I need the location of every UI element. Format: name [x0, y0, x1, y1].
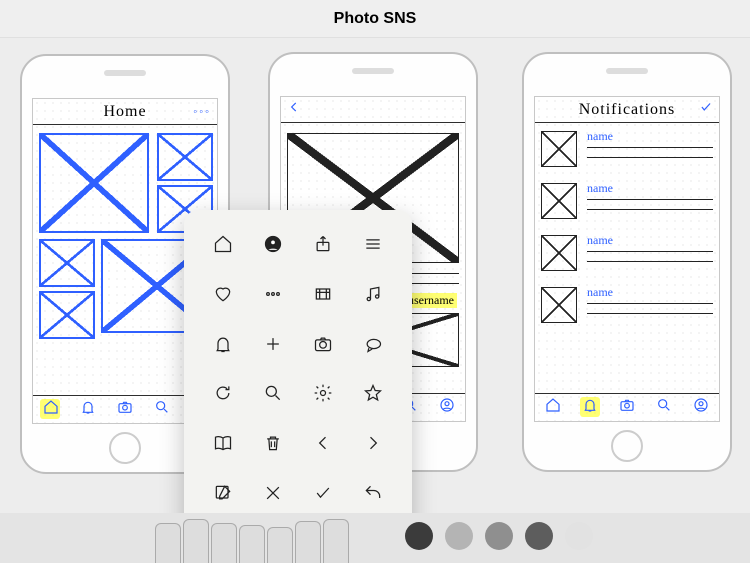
list-item[interactable]: name — [541, 129, 713, 175]
search-icon[interactable] — [154, 399, 170, 420]
tool-pen-fine[interactable] — [155, 523, 181, 563]
share-icon[interactable] — [313, 234, 333, 259]
avatar — [541, 287, 577, 323]
text-line — [587, 313, 713, 314]
text-line — [587, 251, 713, 252]
chevron-left-icon[interactable] — [287, 100, 301, 119]
list-item[interactable]: name — [541, 233, 713, 279]
text-line — [587, 303, 713, 304]
page-title: Photo SNS — [334, 10, 417, 28]
chat-icon[interactable] — [363, 334, 383, 359]
navbar-notifications: Notifications — [535, 97, 719, 123]
text-line — [587, 147, 713, 148]
nav-title: Notifications — [579, 101, 676, 119]
list-item[interactable]: name — [541, 285, 713, 331]
check-icon[interactable] — [313, 483, 333, 508]
search-icon[interactable] — [263, 383, 283, 408]
tool-tray — [155, 519, 349, 563]
color-swatch[interactable] — [565, 522, 593, 550]
color-swatches — [405, 522, 593, 550]
notif-name: name — [587, 129, 613, 144]
home-icon[interactable] — [213, 234, 233, 259]
profile-icon[interactable] — [693, 397, 709, 418]
music-icon[interactable] — [363, 284, 383, 309]
app-bar: Photo SNS — [0, 0, 750, 38]
toolbelt — [0, 513, 750, 563]
gear-icon[interactable] — [313, 383, 333, 408]
image-slot — [39, 239, 95, 287]
compose-icon[interactable] — [213, 483, 233, 508]
image-slot — [39, 133, 149, 233]
ellipsis-icon[interactable]: ◦◦◦ — [193, 106, 211, 118]
tool-marker[interactable] — [239, 525, 265, 563]
phone-notifications[interactable]: Notifications name name name name — [522, 52, 732, 472]
refresh-icon[interactable] — [213, 383, 233, 408]
tool-eraser[interactable] — [267, 527, 293, 563]
workspace[interactable]: Home ◦◦◦ — [0, 38, 750, 513]
camera-icon[interactable] — [117, 399, 133, 420]
phone-notif-screen: Notifications name name name name — [534, 96, 720, 422]
close-icon[interactable] — [263, 483, 283, 508]
book-icon[interactable] — [213, 433, 233, 458]
color-swatch[interactable] — [525, 522, 553, 550]
username-label: username — [405, 293, 457, 308]
color-swatch[interactable] — [405, 522, 433, 550]
search-icon[interactable] — [656, 397, 672, 418]
reply-icon[interactable] — [363, 483, 383, 508]
notif-name: name — [587, 233, 613, 248]
home-icon[interactable] — [43, 399, 59, 420]
star-icon[interactable] — [363, 383, 383, 408]
profile-icon[interactable] — [439, 397, 455, 418]
tabbar-notifications — [535, 393, 719, 421]
icon-palette[interactable] — [184, 210, 412, 546]
camera-icon[interactable] — [313, 334, 333, 359]
image-slot — [157, 133, 213, 181]
list-item[interactable]: name — [541, 181, 713, 227]
bell-icon[interactable] — [80, 399, 96, 420]
color-swatch[interactable] — [485, 522, 513, 550]
trash-icon[interactable] — [263, 433, 283, 458]
avatar — [541, 131, 577, 167]
navbar-detail — [281, 97, 465, 123]
avatar — [541, 235, 577, 271]
notif-name: name — [587, 181, 613, 196]
plus-icon[interactable] — [263, 334, 283, 359]
tool-stamp[interactable] — [295, 521, 321, 563]
menu-icon[interactable] — [363, 234, 383, 259]
camera-icon[interactable] — [619, 397, 635, 418]
text-line — [587, 261, 713, 262]
bell-icon[interactable] — [213, 334, 233, 359]
ellipsis-icon[interactable] — [263, 284, 283, 309]
home-icon[interactable] — [545, 397, 561, 418]
text-line — [587, 157, 713, 158]
tool-ruler[interactable] — [323, 519, 349, 563]
text-line — [587, 209, 713, 210]
notif-name: name — [587, 285, 613, 300]
image-slot — [39, 291, 95, 339]
check-icon[interactable] — [699, 100, 713, 119]
navbar-home: Home ◦◦◦ — [33, 99, 217, 125]
bell-icon[interactable] — [582, 397, 598, 418]
profile-icon[interactable] — [263, 234, 283, 259]
heart-icon[interactable] — [213, 284, 233, 309]
nav-title: Home — [103, 103, 146, 121]
chevron-left-icon[interactable] — [313, 433, 333, 458]
avatar — [541, 183, 577, 219]
text-line — [587, 199, 713, 200]
tool-pen[interactable] — [183, 519, 209, 563]
chevron-right-icon[interactable] — [363, 433, 383, 458]
video-icon[interactable] — [313, 284, 333, 309]
color-swatch[interactable] — [445, 522, 473, 550]
tool-pencil[interactable] — [211, 523, 237, 563]
